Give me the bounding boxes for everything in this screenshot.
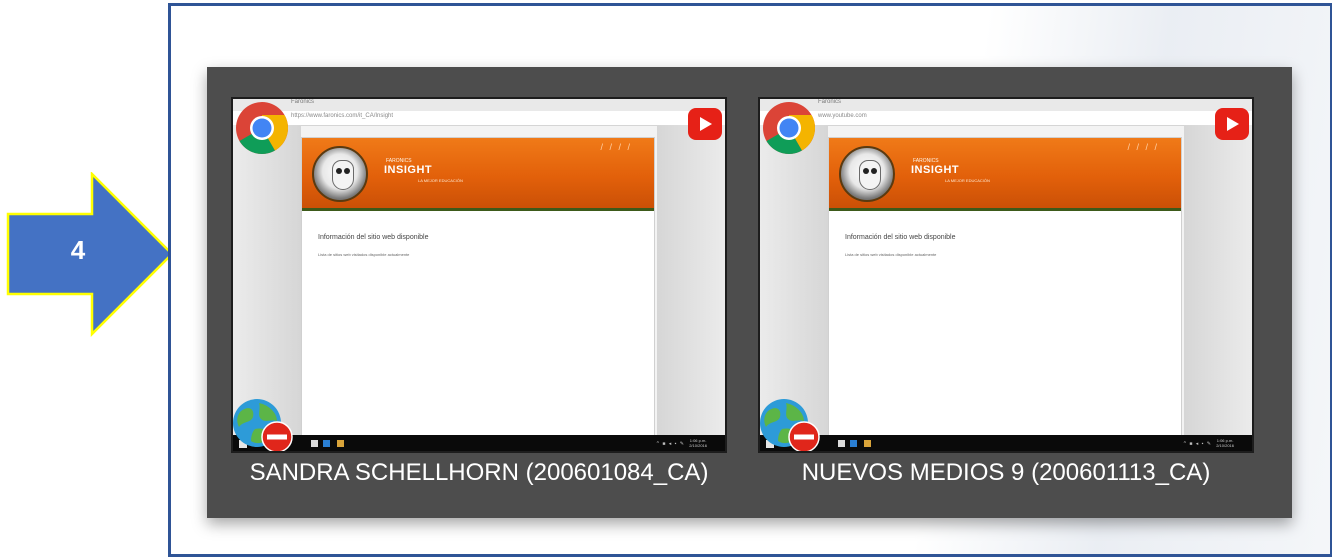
app-icon bbox=[323, 440, 330, 447]
insight-icon bbox=[337, 440, 344, 447]
page-heading: Información del sitio web disponible bbox=[845, 234, 956, 241]
page-banner: / / / / FARONICS INSIGHT LA MEJOR EDUCAC… bbox=[302, 138, 654, 210]
desktop-shade-right bbox=[657, 125, 727, 435]
thumbnails-panel: Faronics https://www.faronics.com/it_CA/… bbox=[207, 67, 1292, 518]
taskbar-clock: 1:06 p.m. 2/10/2016 bbox=[1216, 438, 1234, 448]
student-name-caption: NUEVOS MEDIOS 9 (200601113_CA) bbox=[801, 459, 1211, 486]
step-number: 4 bbox=[70, 235, 86, 265]
youtube-icon bbox=[688, 108, 722, 140]
brand-tagline: LA MEJOR EDUCACIÓN bbox=[945, 178, 990, 183]
owl-eye-icon bbox=[344, 168, 350, 174]
owl-logo-icon bbox=[839, 146, 895, 202]
banner-decoration: / / / / bbox=[1127, 142, 1159, 152]
taskbar: ^ ■ ◂ ▪ ✎ 1:06 p.m. 2/10/2016 bbox=[231, 435, 727, 453]
taskbar-clock: 1:06 p.m. 2/10/2016 bbox=[689, 438, 707, 448]
page-subtext: Lista de sitios web visitados disponible… bbox=[845, 252, 937, 257]
owl-face-icon bbox=[332, 160, 354, 190]
desktop-shade-left bbox=[758, 125, 828, 435]
system-tray-icons: ^ ■ ◂ ▪ ✎ bbox=[656, 441, 685, 447]
owl-eye-icon bbox=[871, 168, 877, 174]
youtube-icon bbox=[1215, 108, 1249, 140]
page-banner: / / / / FARONICS INSIGHT LA MEJOR EDUCAC… bbox=[829, 138, 1181, 210]
desktop-shade-right bbox=[1184, 125, 1254, 435]
browser-url-text: https://www.faronics.com/it_CA/Insight bbox=[291, 113, 394, 119]
chrome-icon bbox=[763, 102, 815, 154]
student-thumbnail[interactable]: Faronics www.youtube.com / / / / FARONIC… bbox=[758, 97, 1254, 453]
app-icon bbox=[850, 440, 857, 447]
banner-stripe bbox=[302, 208, 654, 211]
banner-decoration: / / / / bbox=[600, 142, 632, 152]
browser-url-bar: https://www.faronics.com/it_CA/Insight bbox=[231, 111, 727, 126]
browser-url-text: www.youtube.com bbox=[818, 113, 867, 119]
browser-url-bar: www.youtube.com bbox=[758, 111, 1254, 126]
owl-logo-icon bbox=[312, 146, 368, 202]
brand-name: INSIGHT bbox=[911, 164, 960, 176]
main-frame: Faronics https://www.faronics.com/it_CA/… bbox=[168, 3, 1332, 557]
browser-tab-label: Faronics bbox=[818, 99, 842, 105]
web-page: / / / / FARONICS INSIGHT LA MEJOR EDUCAC… bbox=[828, 137, 1182, 439]
chrome-icon bbox=[236, 102, 288, 154]
file-explorer-icon bbox=[311, 440, 318, 447]
owl-eye-icon bbox=[336, 168, 342, 174]
screen-preview: Faronics https://www.faronics.com/it_CA/… bbox=[231, 97, 727, 453]
browser-tab-label: Faronics bbox=[291, 99, 315, 105]
owl-face-icon bbox=[859, 160, 881, 190]
desktop-shade-left bbox=[231, 125, 301, 435]
banner-stripe bbox=[829, 208, 1181, 211]
owl-eye-icon bbox=[863, 168, 869, 174]
student-name-caption: SANDRA SCHELLHORN (200601084_CA) bbox=[249, 459, 709, 486]
page-heading: Información del sitio web disponible bbox=[318, 234, 429, 241]
file-explorer-icon bbox=[838, 440, 845, 447]
clock-date: 2/10/2016 bbox=[689, 443, 707, 448]
insight-icon bbox=[864, 440, 871, 447]
taskbar: ^ ■ ◂ ▪ ✎ 1:06 p.m. 2/10/2016 bbox=[758, 435, 1254, 453]
clock-date: 2/10/2016 bbox=[1216, 443, 1234, 448]
screen-preview: Faronics www.youtube.com / / / / FARONIC… bbox=[758, 97, 1254, 453]
blocked-icon bbox=[261, 421, 293, 453]
browser-tab-bar: Faronics bbox=[758, 97, 1254, 112]
blocked-icon bbox=[788, 421, 820, 453]
student-thumbnail[interactable]: Faronics https://www.faronics.com/it_CA/… bbox=[231, 97, 727, 453]
system-tray-icons: ^ ■ ◂ ▪ ✎ bbox=[1183, 441, 1212, 447]
brand-tagline: LA MEJOR EDUCACIÓN bbox=[418, 178, 463, 183]
browser-tab-bar: Faronics bbox=[231, 97, 727, 112]
page-subtext: Lista de sitios web visitados disponible… bbox=[318, 252, 410, 257]
web-page: / / / / FARONICS INSIGHT LA MEJOR EDUCAC… bbox=[301, 137, 655, 439]
brand-name: INSIGHT bbox=[384, 164, 433, 176]
